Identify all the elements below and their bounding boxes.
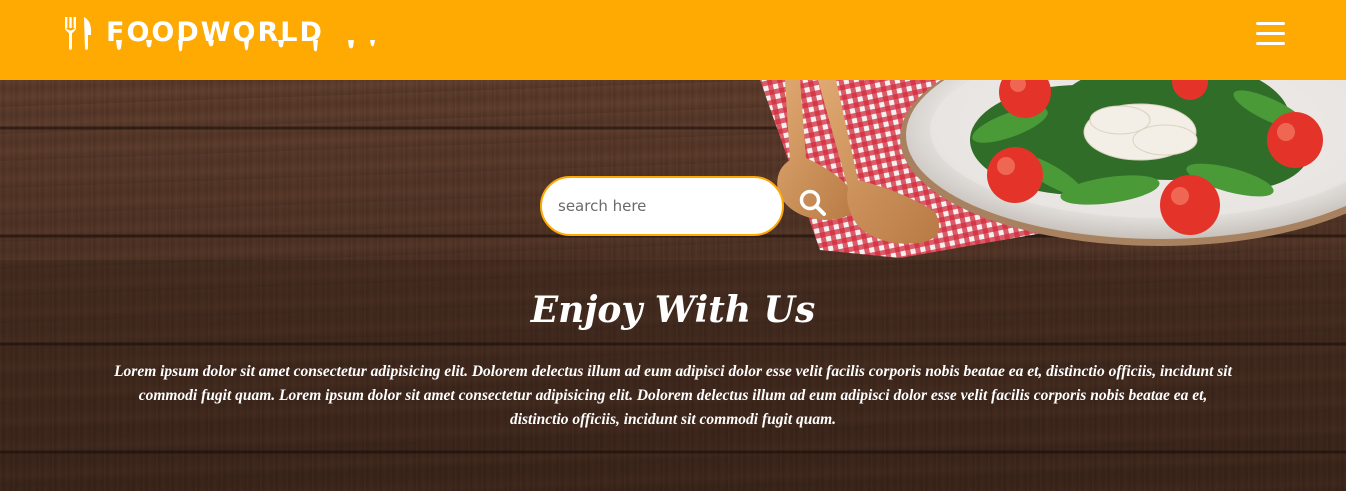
search-icon[interactable] — [798, 188, 828, 218]
hamburger-menu-icon[interactable] — [1254, 20, 1288, 48]
hero-description: Lorem ipsum dolor sit amet consectetur a… — [114, 363, 1232, 428]
search-input[interactable] — [558, 197, 758, 215]
hero-section: Enjoy With Us Lorem ipsum dolor sit amet… — [0, 80, 1346, 491]
brand-drip-decoration — [116, 40, 375, 52]
fork-knife-icon — [65, 17, 92, 50]
search-box — [540, 176, 784, 236]
hero-title: Enjoy With Us — [530, 289, 816, 331]
navbar: FOODWORLD — [0, 0, 1346, 80]
